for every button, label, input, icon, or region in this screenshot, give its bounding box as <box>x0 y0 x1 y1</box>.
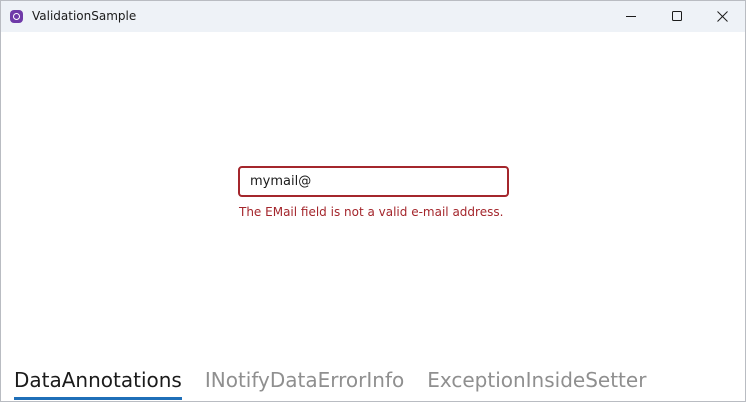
validation-error-message: The EMail field is not a valid e-mail ad… <box>239 205 504 219</box>
close-icon <box>717 11 728 22</box>
app-logo-icon <box>10 10 23 23</box>
tab-dataannotations[interactable]: DataAnnotations <box>14 367 182 401</box>
maximize-button[interactable] <box>654 1 700 32</box>
title-bar[interactable]: ValidationSample <box>1 1 745 32</box>
maximize-icon <box>672 11 682 21</box>
minimize-button[interactable] <box>608 1 654 32</box>
minimize-icon <box>626 16 636 17</box>
app-window: ValidationSample The EMail field is not … <box>0 0 746 402</box>
window-title: ValidationSample <box>32 9 137 23</box>
email-field[interactable] <box>238 166 509 197</box>
tab-exceptioninsidesetter[interactable]: ExceptionInsideSetter <box>427 367 646 401</box>
tab-inotifydataerrorinfo[interactable]: INotifyDataErrorInfo <box>205 367 404 401</box>
close-button[interactable] <box>699 1 745 32</box>
tab-strip: DataAnnotations INotifyDataErrorInfo Exc… <box>14 367 646 401</box>
